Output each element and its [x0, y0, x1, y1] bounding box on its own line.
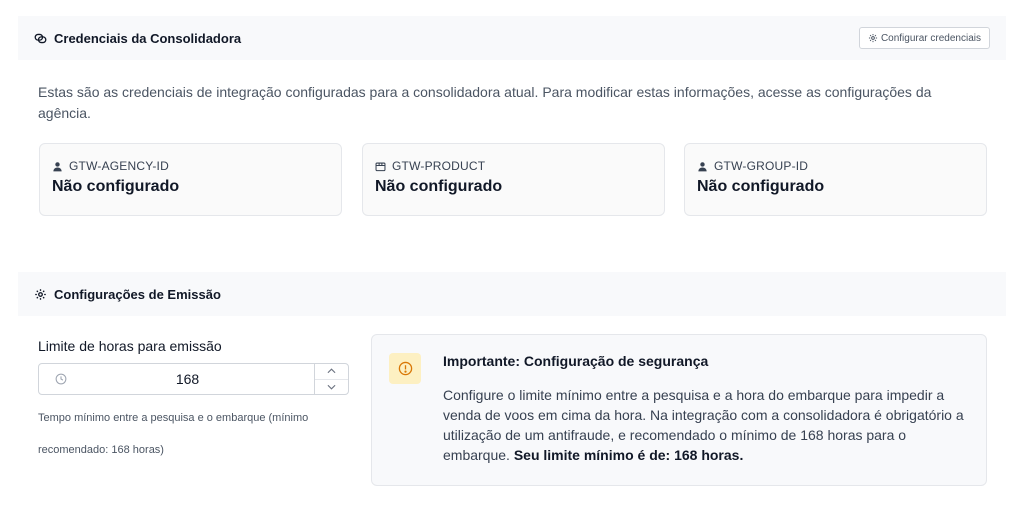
limit-hours-value[interactable]: 168 — [61, 371, 314, 387]
card-value: Não configurado — [375, 178, 503, 195]
alert-body: Configure o limite mínimo entre a pesqui… — [443, 385, 973, 465]
credentials-description: Estas são as credenciais de integração c… — [38, 84, 932, 121]
credentials-title: Credenciais da Consolidadora — [34, 31, 241, 46]
stepper-arrows — [314, 364, 348, 394]
configure-credentials-button[interactable]: Configurar credenciais — [858, 27, 990, 49]
card-value: Não configurado — [52, 178, 180, 195]
emission-title-text: Configurações de Emissão — [54, 286, 221, 302]
card-value: Não configurado — [697, 178, 825, 195]
credentials-title-text: Credenciais da Consolidadora — [54, 30, 242, 46]
limit-label: Limite de horas para emissão — [38, 338, 222, 354]
alert-icon-container — [389, 353, 421, 384]
configure-credentials-label: Configurar credenciais — [880, 32, 981, 44]
card-agency-id: GTW-AGENCY-ID Não configurado — [39, 143, 342, 216]
package-icon — [375, 162, 386, 171]
credentials-header: Credenciais da Consolidadora Configurar … — [18, 16, 1006, 60]
card-label: GTW-GROUP-ID — [714, 159, 809, 173]
limit-help-text: Tempo mínimo entre a pesquisa e o embarq… — [38, 412, 309, 456]
card-group-id: GTW-GROUP-ID Não configurado — [684, 143, 987, 216]
chevron-up-icon — [327, 368, 336, 374]
user-icon — [698, 161, 707, 171]
gear-icon — [868, 33, 877, 43]
emission-title: Configurações de Emissão — [34, 287, 221, 302]
alert-emphasis: Seu limite mínimo é de: 168 horas. — [513, 447, 744, 463]
alert-circle-icon — [398, 361, 412, 376]
increment-button[interactable] — [315, 364, 348, 379]
emission-header: Configurações de Emissão — [18, 272, 1006, 316]
security-alert: Importante: Configuração de segurança Co… — [371, 334, 987, 486]
card-product: GTW-PRODUCT Não configurado — [362, 143, 665, 216]
alert-title: Importante: Configuração de segurança — [443, 353, 709, 369]
decrement-button[interactable] — [315, 378, 348, 395]
chevron-down-icon — [327, 384, 336, 390]
card-label: GTW-PRODUCT — [392, 159, 486, 173]
user-icon — [53, 161, 62, 171]
limit-hours-stepper[interactable]: 168 — [38, 363, 349, 395]
card-label: GTW-AGENCY-ID — [69, 159, 169, 173]
gear-icon — [35, 288, 46, 300]
key-icon — [34, 33, 47, 43]
